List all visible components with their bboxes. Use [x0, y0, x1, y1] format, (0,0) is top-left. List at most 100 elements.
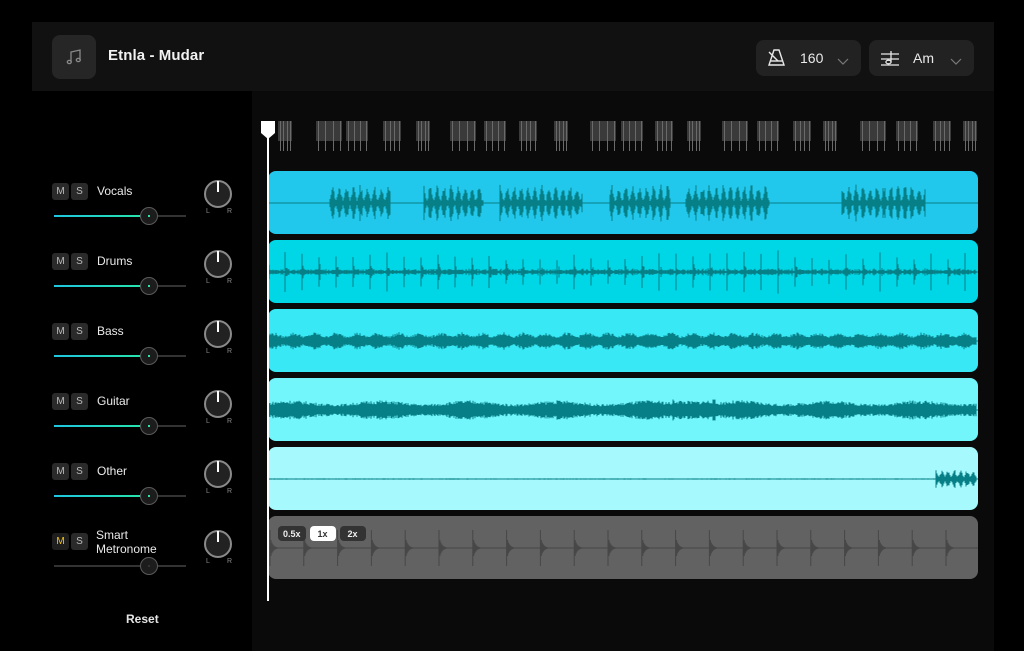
chord-tick — [530, 121, 532, 151]
chord-tick — [280, 121, 281, 151]
pan-left-label: L — [206, 208, 210, 215]
waveform-lane-vocals[interactable] — [268, 171, 978, 234]
chord-tick — [290, 121, 291, 151]
speed-button-1x[interactable]: 1x — [309, 526, 336, 541]
chord-marker[interactable] — [933, 121, 951, 153]
waveform-lane-drums[interactable] — [268, 240, 978, 303]
solo-button[interactable]: S — [71, 393, 88, 410]
solo-button[interactable]: S — [71, 323, 88, 340]
chord-marker[interactable] — [655, 121, 673, 153]
pan-knob[interactable] — [204, 530, 232, 558]
metronome-icon — [767, 48, 787, 73]
mute-button[interactable]: M — [52, 183, 69, 200]
waveform — [268, 530, 978, 566]
pan-right-label: R — [227, 278, 233, 285]
chord-block — [590, 121, 616, 141]
chord-tick — [492, 121, 493, 151]
chord-marker[interactable] — [484, 121, 506, 153]
chord-ruler[interactable] — [252, 119, 994, 153]
volume-slider-thumb[interactable] — [140, 557, 159, 575]
pan-knob[interactable] — [204, 180, 232, 208]
chord-marker[interactable] — [860, 121, 886, 153]
chord-tick — [916, 121, 917, 151]
mute-button[interactable]: M — [52, 393, 69, 410]
chord-tick — [592, 121, 593, 151]
chord-marker[interactable] — [590, 121, 616, 153]
mute-button[interactable]: M — [52, 323, 69, 340]
speed-button-2x[interactable]: 2x — [339, 526, 366, 541]
chord-marker[interactable] — [383, 121, 401, 153]
mute-button[interactable]: M — [52, 463, 69, 480]
pan-knob[interactable] — [204, 320, 232, 348]
chord-tick — [366, 121, 367, 151]
volume-slider[interactable] — [54, 277, 186, 295]
timeline-area: 0.5x 1x 2x — [252, 91, 994, 651]
chord-marker[interactable] — [687, 121, 701, 153]
chord-marker[interactable] — [963, 121, 977, 153]
chord-tick — [521, 121, 522, 151]
chord-tick — [777, 121, 778, 151]
volume-slider-fill — [54, 425, 150, 427]
volume-slider-thumb[interactable] — [140, 277, 159, 295]
chord-tick — [332, 121, 334, 151]
chord-tick — [831, 121, 833, 151]
solo-button[interactable]: S — [71, 253, 88, 270]
chord-tick — [459, 121, 461, 151]
waveform-lane-bass[interactable] — [268, 309, 978, 372]
chord-marker[interactable] — [316, 121, 342, 153]
chord-marker[interactable] — [722, 121, 748, 153]
pan-knob[interactable] — [204, 250, 232, 278]
chord-tick — [325, 121, 327, 151]
chord-tick — [428, 121, 429, 151]
volume-slider[interactable] — [54, 557, 186, 575]
key-dropdown[interactable]: Am — [869, 40, 974, 76]
solo-button[interactable]: S — [71, 463, 88, 480]
volume-slider[interactable] — [54, 207, 186, 225]
waveform-path — [268, 332, 977, 350]
chord-marker[interactable] — [346, 121, 368, 153]
speed-button-0-5x[interactable]: 0.5x — [278, 526, 306, 541]
waveform-lane-guitar[interactable] — [268, 378, 978, 441]
chord-marker[interactable] — [793, 121, 811, 153]
chord-marker[interactable] — [621, 121, 643, 153]
track-control-drums: M S Drums L R — [52, 250, 252, 313]
chord-tick — [935, 121, 936, 151]
tempo-value: 160 — [800, 50, 824, 66]
pan-knob[interactable] — [204, 390, 232, 418]
chord-marker[interactable] — [896, 121, 918, 153]
chord-marker[interactable] — [554, 121, 568, 153]
mute-button[interactable]: M — [52, 533, 69, 550]
chord-tick — [804, 121, 806, 151]
chord-tick — [418, 121, 419, 151]
chord-marker[interactable] — [450, 121, 476, 153]
volume-slider-fill — [54, 355, 150, 357]
volume-slider-thumb[interactable] — [140, 487, 159, 505]
mute-button[interactable]: M — [52, 253, 69, 270]
chord-tick — [399, 121, 400, 151]
chord-marker[interactable] — [416, 121, 430, 153]
chord-tick — [671, 121, 672, 151]
chord-marker[interactable] — [278, 121, 292, 153]
chord-tick — [965, 121, 966, 151]
waveform-lane-other[interactable] — [268, 447, 978, 510]
volume-slider-thumb[interactable] — [140, 207, 159, 225]
chord-marker[interactable] — [757, 121, 779, 153]
reset-button[interactable]: Reset — [126, 612, 159, 626]
volume-slider[interactable] — [54, 417, 186, 435]
chord-tick — [599, 121, 601, 151]
chord-marker[interactable] — [519, 121, 537, 153]
pan-knob[interactable] — [204, 460, 232, 488]
chord-tick — [884, 121, 885, 151]
volume-slider[interactable] — [54, 487, 186, 505]
volume-slider-thumb[interactable] — [140, 417, 159, 435]
volume-slider-thumb[interactable] — [140, 347, 159, 365]
solo-button[interactable]: S — [71, 533, 88, 550]
chord-marker[interactable] — [823, 121, 837, 153]
chord-tick — [876, 121, 878, 151]
track-control-other: M S Other L R — [52, 460, 252, 523]
solo-button[interactable]: S — [71, 183, 88, 200]
chord-tick — [692, 121, 694, 151]
waveform-lane-smart-metronome[interactable]: 0.5x 1x 2x — [268, 516, 978, 579]
volume-slider[interactable] — [54, 347, 186, 365]
tempo-dropdown[interactable]: 160 — [756, 40, 861, 76]
